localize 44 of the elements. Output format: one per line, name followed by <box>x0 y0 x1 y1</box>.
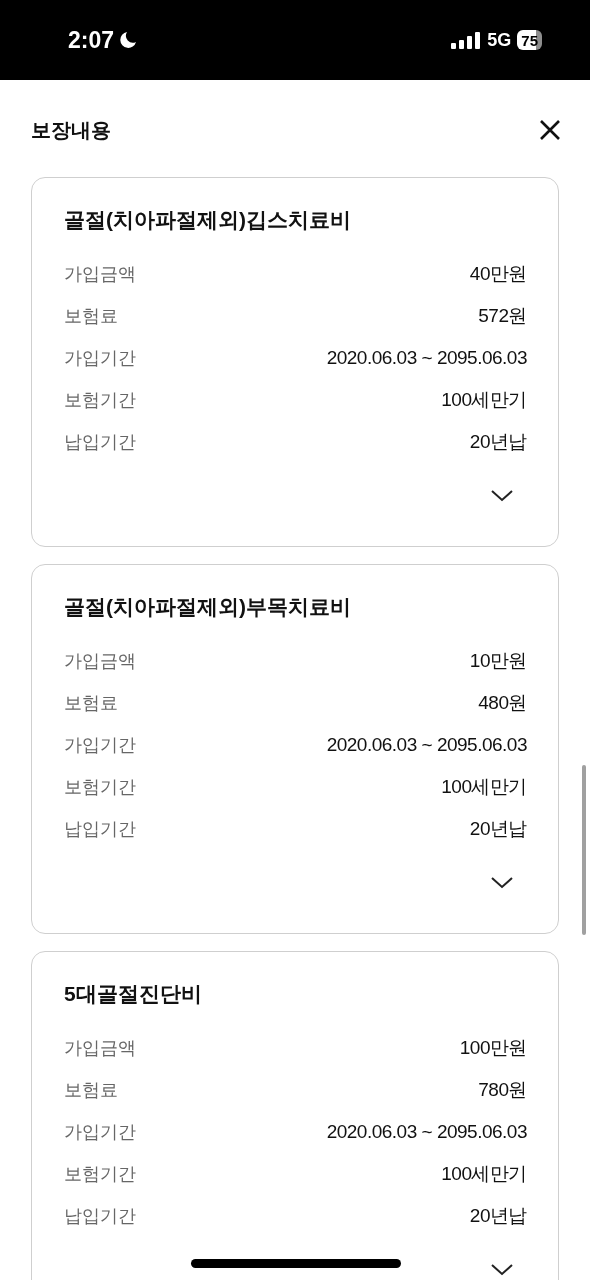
row-label: 가입기간 <box>64 1120 136 1144</box>
row-label: 보험기간 <box>64 388 136 412</box>
network-label: 5G <box>487 28 512 52</box>
row-label: 가입금액 <box>64 262 136 286</box>
signal-icon <box>451 31 482 49</box>
row-value: 20년납 <box>469 429 527 454</box>
row-value: 20년납 <box>469 816 527 841</box>
row-value: 40만원 <box>469 261 527 286</box>
moon-icon <box>118 30 139 50</box>
row-value: 480원 <box>478 690 527 715</box>
status-time: 2:07 <box>68 25 115 55</box>
chevron-down-icon <box>491 877 513 889</box>
row-label: 보험기간 <box>64 775 136 799</box>
close-icon <box>539 119 561 141</box>
row-label: 보험료 <box>64 304 118 328</box>
row-label: 보험료 <box>64 1078 118 1102</box>
row-value: 2020.06.03 ~ 2095.06.03 <box>326 345 527 370</box>
row-label: 보험기간 <box>64 1162 136 1186</box>
row-label: 납입기간 <box>64 817 136 841</box>
row-value: 100세만기 <box>441 1161 527 1186</box>
row-label: 납입기간 <box>64 430 136 454</box>
row-label: 가입금액 <box>64 1036 136 1060</box>
page-title: 보장내용 <box>31 118 111 143</box>
battery-icon: 75 <box>517 30 542 50</box>
coverage-title: 5대골절진단비 <box>64 981 203 1008</box>
close-button[interactable] <box>538 118 562 142</box>
coverage-title: 골절(치아파절제외)깁스치료비 <box>64 207 352 234</box>
row-value: 572원 <box>478 303 527 328</box>
coverage-title: 골절(치아파절제외)부목치료비 <box>64 594 352 621</box>
row-value: 10만원 <box>469 648 527 673</box>
row-label: 가입기간 <box>64 733 136 757</box>
chevron-down-icon <box>491 1264 513 1276</box>
row-value: 780원 <box>478 1077 527 1102</box>
row-label: 가입금액 <box>64 649 136 673</box>
row-value: 20년납 <box>469 1203 527 1228</box>
row-label: 가입기간 <box>64 346 136 370</box>
row-label: 보험료 <box>64 691 118 715</box>
row-label: 납입기간 <box>64 1204 136 1228</box>
row-value: 2020.06.03 ~ 2095.06.03 <box>326 732 527 757</box>
chevron-down-icon <box>491 490 513 502</box>
row-value: 100세만기 <box>441 774 527 799</box>
row-value: 100세만기 <box>441 387 527 412</box>
row-value: 2020.06.03 ~ 2095.06.03 <box>326 1119 527 1144</box>
row-value: 100만원 <box>459 1035 527 1060</box>
